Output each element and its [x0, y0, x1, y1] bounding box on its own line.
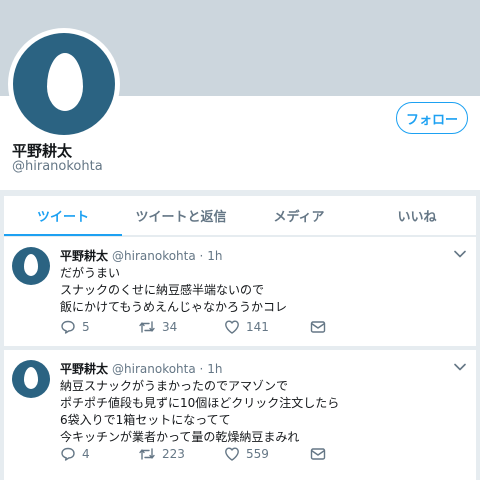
tweet-text: 納豆スナックがうまかったのでアマゾンで ポチポチ値段も見ずに10個ほどクリック注… — [60, 379, 340, 444]
retweet-icon — [139, 448, 155, 460]
egg-icon — [47, 53, 83, 111]
tweet-header: 平野耕太 @hiranokohta · 1h — [60, 360, 222, 377]
tweet-timestamp[interactable]: 1h — [207, 362, 222, 376]
tab-likes[interactable]: いいね — [358, 196, 476, 235]
chevron-down-icon[interactable] — [454, 363, 466, 371]
like-count: 141 — [246, 320, 269, 334]
dm-button[interactable] — [310, 447, 326, 461]
dm-button[interactable] — [310, 320, 326, 334]
like-button[interactable]: 141 — [224, 319, 310, 335]
tweet-actions: 5 34 141 — [60, 319, 326, 335]
dm-icon — [310, 448, 326, 460]
follow-button[interactable]: フォロー — [396, 102, 468, 134]
tweet-text: だがうまい スナックのくせに納豆感半端ないので 飯にかけてもうめえんじゃなかろう… — [60, 266, 288, 314]
tweet-timestamp[interactable]: 1h — [207, 249, 222, 263]
tweet-author-name[interactable]: 平野耕太 — [60, 362, 108, 376]
reply-icon — [61, 447, 75, 461]
dm-icon — [310, 321, 326, 333]
reply-count: 5 — [82, 320, 90, 334]
like-count: 559 — [246, 447, 269, 461]
like-button[interactable]: 559 — [224, 446, 310, 462]
tweet-avatar[interactable] — [12, 247, 50, 285]
egg-icon — [24, 254, 38, 276]
retweet-button[interactable]: 34 — [138, 319, 224, 335]
retweet-icon — [139, 321, 155, 333]
tweet-actions: 4 223 559 — [60, 446, 326, 462]
profile-handle: @hiranokohta — [12, 159, 103, 174]
tweet-author-handle[interactable]: @hiranokohta — [112, 362, 196, 376]
tab-tweets-and-replies[interactable]: ツイートと返信 — [122, 196, 240, 235]
like-icon — [225, 320, 239, 334]
chevron-down-icon[interactable] — [454, 250, 466, 258]
reply-button[interactable]: 4 — [60, 446, 138, 462]
tweet-header: 平野耕太 @hiranokohta · 1h — [60, 247, 222, 264]
tweet-author-handle[interactable]: @hiranokohta — [112, 249, 196, 263]
tab-media[interactable]: メディア — [240, 196, 358, 235]
profile-display-name: 平野耕太 — [12, 142, 73, 160]
like-icon — [225, 447, 239, 461]
tab-tweets[interactable]: ツイート — [4, 196, 122, 236]
retweet-button[interactable]: 223 — [138, 446, 224, 462]
tweet-separator: · — [199, 249, 204, 263]
retweet-count: 34 — [162, 320, 178, 334]
reply-button[interactable]: 5 — [60, 319, 138, 335]
reply-count: 4 — [82, 447, 90, 461]
retweet-count: 223 — [162, 447, 185, 461]
profile-avatar[interactable] — [13, 33, 115, 135]
tweet-separator: · — [199, 362, 204, 376]
tweet-avatar[interactable] — [12, 360, 50, 398]
tweet-author-name[interactable]: 平野耕太 — [60, 249, 108, 263]
tweet[interactable]: 平野耕太 @hiranokohta · 1h だがうまい スナックのくせに納豆感半… — [4, 237, 476, 346]
profile-tabs: ツイート ツイートと返信 メディア いいね — [4, 196, 476, 236]
tweet[interactable]: 平野耕太 @hiranokohta · 1h 納豆スナックがうまかったのでアマゾン… — [4, 350, 476, 480]
egg-icon — [24, 367, 38, 389]
reply-icon — [61, 320, 75, 334]
